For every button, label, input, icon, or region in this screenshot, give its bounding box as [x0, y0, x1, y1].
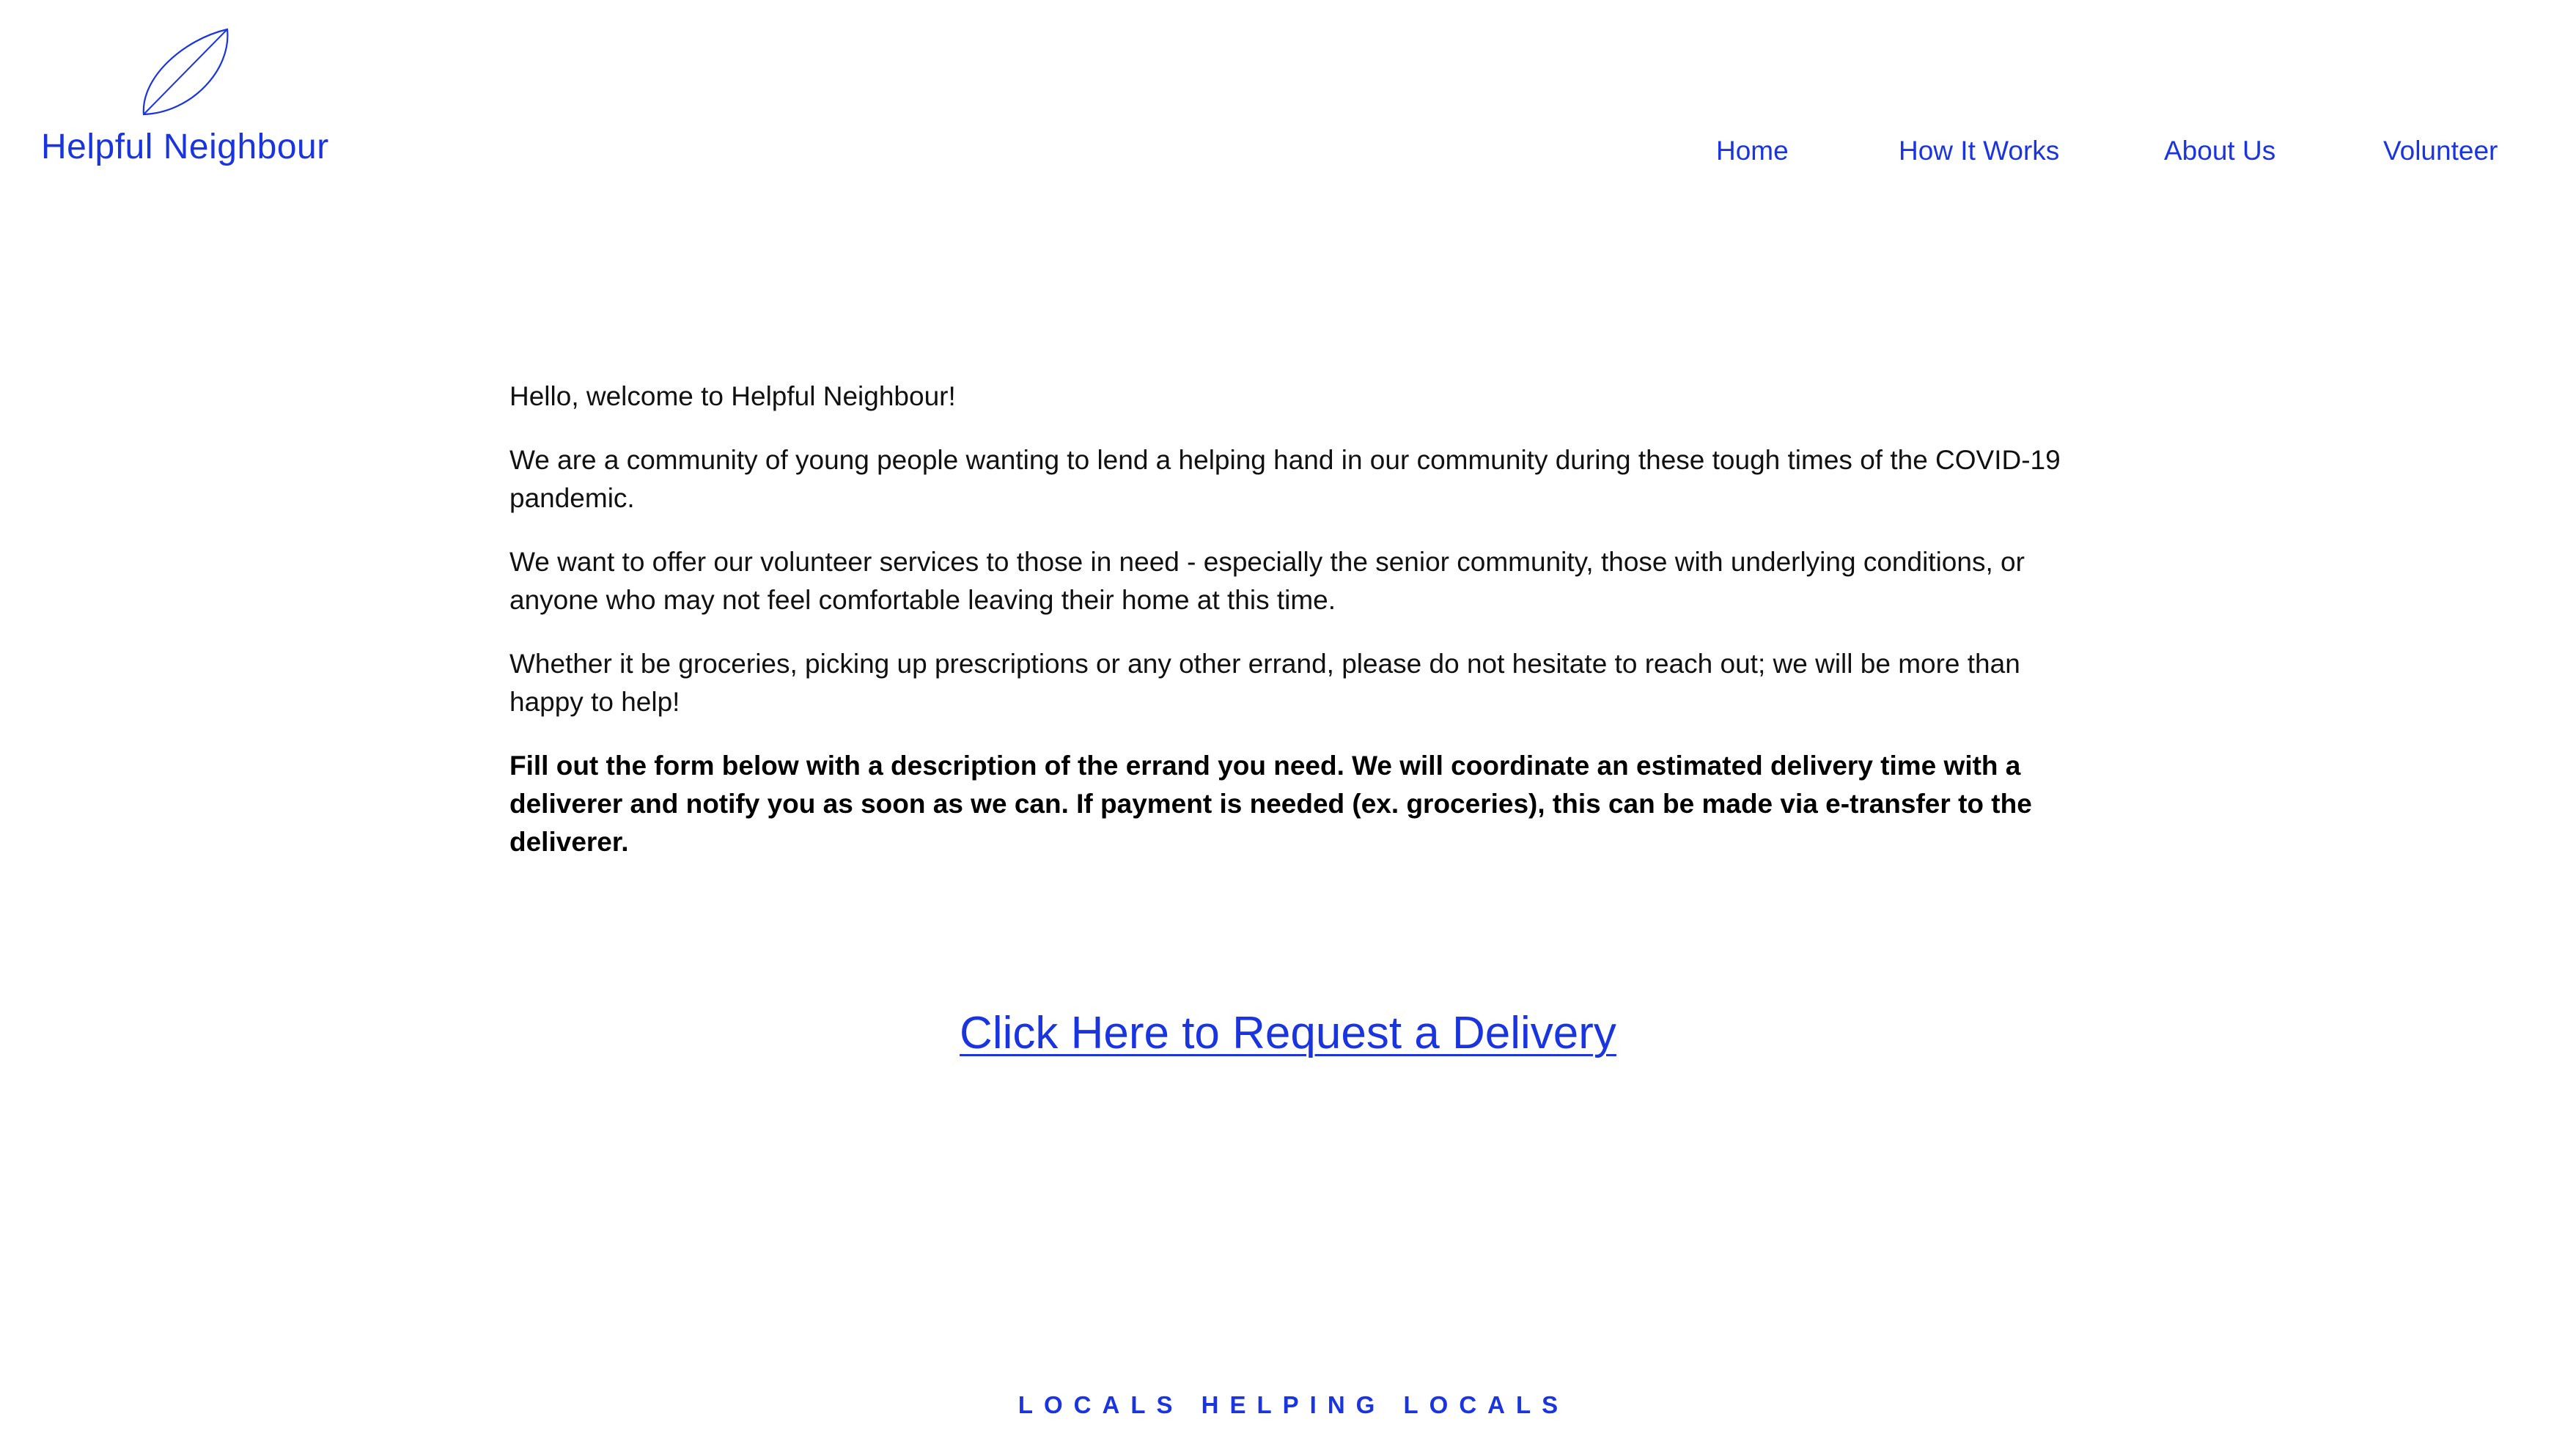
- welcome-text: Hello, welcome to Helpful Neighbour!: [509, 381, 956, 411]
- intro-section: Hello, welcome to Helpful Neighbour! We …: [509, 377, 2093, 887]
- request-delivery-link[interactable]: Click Here to Request a Delivery: [960, 1008, 1616, 1058]
- main-nav: Home How It Works About Us Volunteer: [0, 132, 2576, 176]
- leaf-icon: [142, 28, 229, 116]
- footer-tagline: LOCALS HELPING LOCALS: [1017, 1391, 1569, 1418]
- instructions-paragraph: Fill out the form below with a descripti…: [509, 751, 2032, 857]
- nav-volunteer[interactable]: Volunteer: [2383, 132, 2498, 170]
- nav-about-us[interactable]: About Us: [2164, 132, 2275, 170]
- cta-section: Click Here to Request a Delivery: [0, 1004, 2576, 1063]
- help-paragraph: Whether it be groceries, picking up pres…: [509, 649, 2020, 717]
- nav-how-it-works[interactable]: How It Works: [1899, 132, 2059, 170]
- nav-home[interactable]: Home: [1716, 132, 1789, 170]
- about-paragraph: We are a community of young people wanti…: [509, 445, 2061, 513]
- services-paragraph: We want to offer our volunteer services …: [509, 547, 2025, 615]
